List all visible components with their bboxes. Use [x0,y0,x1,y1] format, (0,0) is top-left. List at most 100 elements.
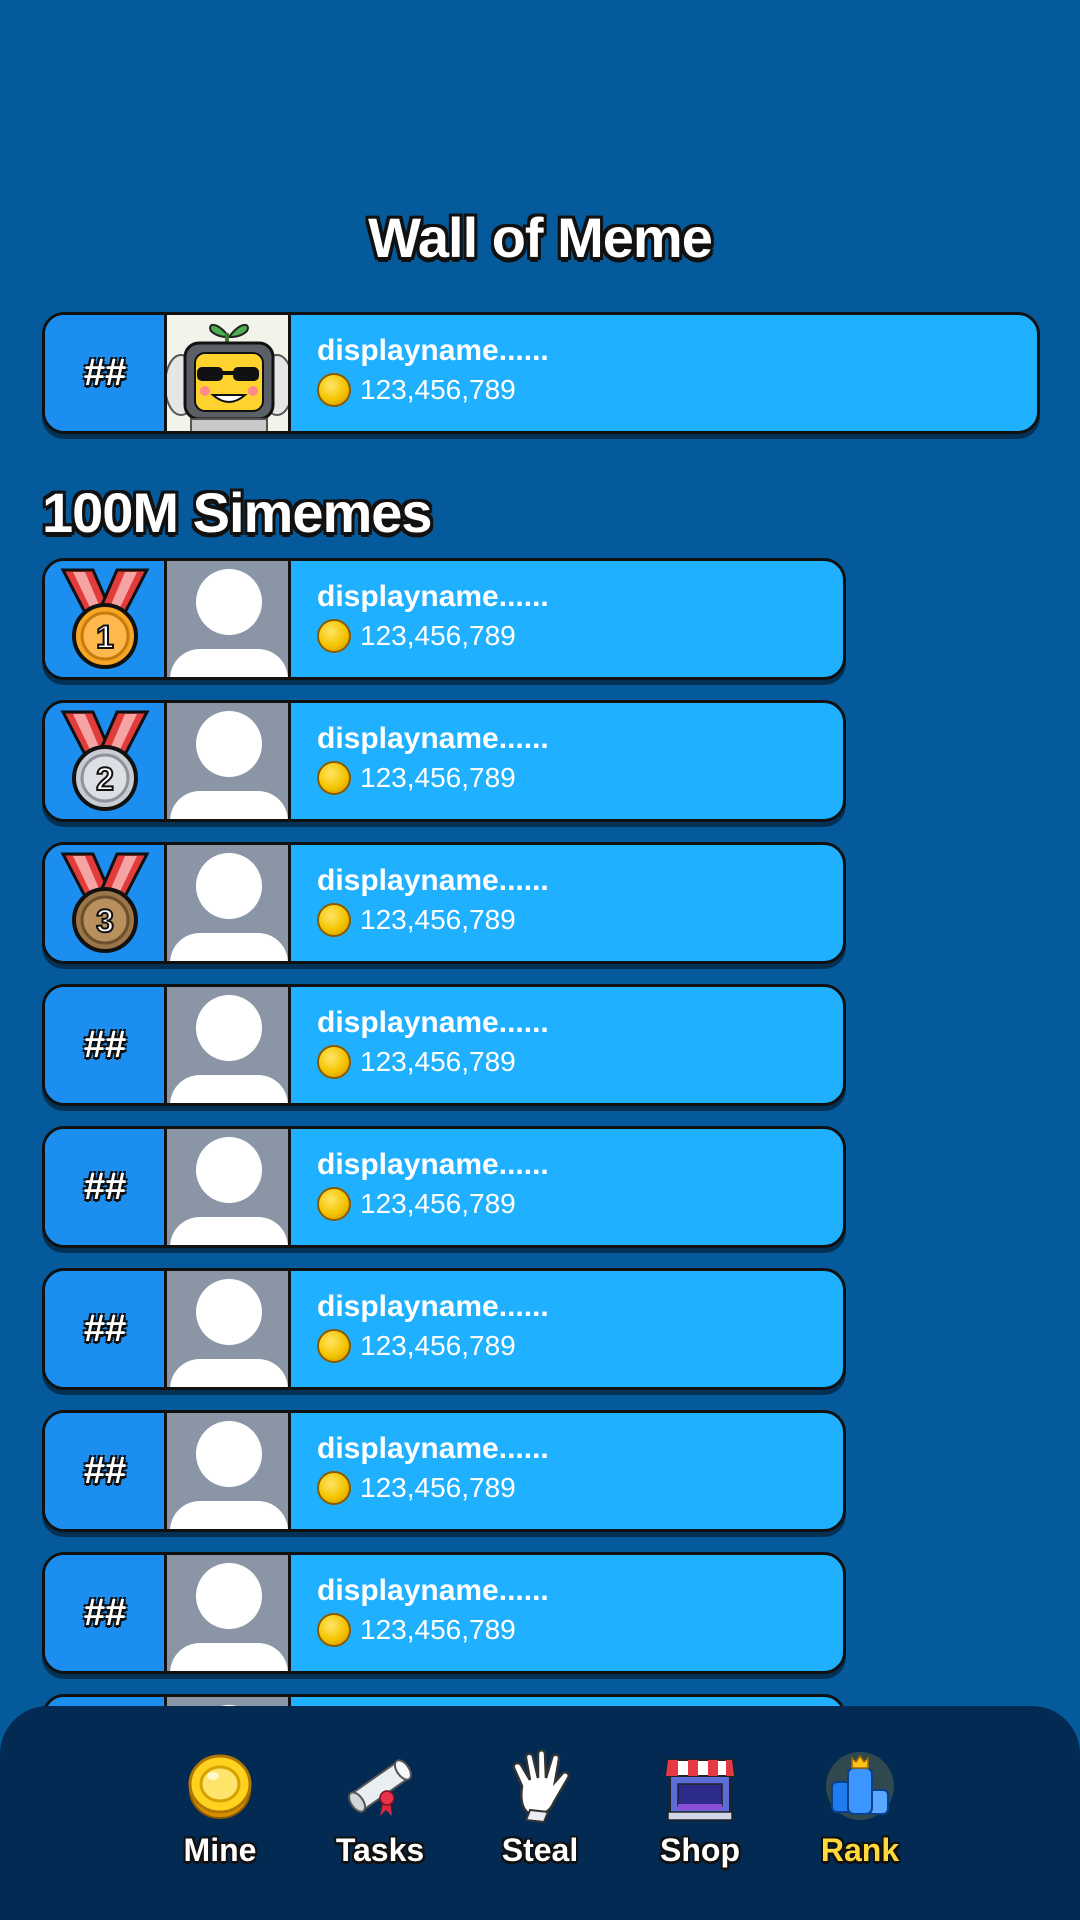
score-line: 123,456,789 [317,903,549,937]
rank-label: ## [83,1165,126,1208]
shop-icon [664,1759,736,1821]
score-line: 123,456,789 [317,1613,549,1647]
leaderboard-row[interactable]: ## displayname...... 123,456,789 [42,984,846,1106]
avatar-body [170,1501,288,1529]
rank-cell: 1 [45,561,167,677]
player-info: displayname...... 123,456,789 [291,987,549,1103]
score-value: 123,456,789 [360,1472,516,1503]
display-name: displayname...... [317,1290,549,1323]
score-line: 123,456,789 [317,1045,549,1079]
avatar-head [196,1563,262,1629]
nav-item-mine[interactable]: Mine [140,1746,300,1920]
player-info: displayname...... 123,456,789 [291,315,549,431]
display-name: displayname...... [317,334,549,367]
nav-item-rank[interactable]: Rank [780,1746,940,1920]
avatar-body [170,1075,288,1103]
rank-label: ## [83,1023,126,1066]
display-name: displayname...... [317,1006,549,1039]
nav-label-rank: Rank [820,1832,900,1868]
score-line: 123,456,789 [317,373,549,407]
display-name: displayname...... [317,1148,549,1181]
score-line: 123,456,789 [317,1329,549,1363]
nav-item-tasks[interactable]: Tasks [300,1746,460,1920]
coin-icon [317,373,351,407]
nav-label-shop: Shop [660,1832,740,1868]
score-value: 123,456,789 [360,1046,516,1077]
rank-cell: 2 [45,703,167,819]
leaderboard-row[interactable]: 1 displayname...... 123,456,789 [42,558,846,680]
display-name: displayname...... [317,722,549,755]
nav-label-steal: Steal [501,1832,579,1868]
score-line: 123,456,789 [317,761,549,795]
score-value: 123,456,789 [360,1614,516,1645]
score-value: 123,456,789 [360,762,516,793]
leaderboard-row[interactable]: 3 displayname...... 123,456,789 [42,842,846,964]
leaderboard-row[interactable]: ## displayname...... 123,456,789 [42,1552,846,1674]
coin-icon [317,1045,351,1079]
default-avatar [167,1555,291,1671]
player-info: displayname...... 123,456,789 [291,703,549,819]
avatar-head [196,1279,262,1345]
score-line: 123,456,789 [317,1187,549,1221]
trophy-icon [826,1752,894,1820]
nav-item-shop[interactable]: Shop [620,1746,780,1920]
hand-icon [512,1749,570,1824]
silver-medal-icon: 2 [60,710,149,811]
nav-label-tasks: Tasks [335,1832,425,1868]
score-value: 123,456,789 [360,620,516,651]
rank-label: ## [83,1591,126,1634]
score-value: 123,456,789 [360,1330,516,1361]
default-avatar [167,561,291,677]
display-name: displayname...... [317,580,549,613]
player-info: displayname...... 123,456,789 [291,1555,549,1671]
score-line: 123,456,789 [317,619,549,653]
score-value: 123,456,789 [360,1188,516,1219]
default-avatar [167,1413,291,1529]
page-title: Wall of Meme [368,206,713,269]
coin-icon [317,903,351,937]
score-value: 123,456,789 [360,904,516,935]
medal-number: 2 [96,761,114,797]
avatar-body [170,1643,288,1671]
coin-icon [317,761,351,795]
default-avatar [167,845,291,961]
rank-label: ## [83,351,126,394]
avatar-head [196,1137,262,1203]
leaderboard-screen: Wall of Meme ## displayname...... 123,45… [0,0,1080,1920]
display-name: displayname...... [317,1574,549,1607]
score-value: 123,456,789 [360,374,516,405]
leaderboard-row[interactable]: ## displayname...... 123,456,789 [42,1410,846,1532]
player-info: displayname...... 123,456,789 [291,845,549,961]
display-name: displayname...... [317,864,549,897]
avatar-head [196,711,262,777]
rank-cell: ## [45,987,167,1103]
score-line: 123,456,789 [317,1471,549,1505]
player-info: displayname...... 123,456,789 [291,561,549,677]
featured-row[interactable]: ## displayname...... 123,456,789 [42,312,1040,434]
avatar-body [170,649,288,677]
avatar-body [170,1359,288,1387]
leaderboard-row[interactable]: 2 displayname...... 123,456,789 [42,700,846,822]
leaderboard-row[interactable]: ## displayname...... 123,456,789 [42,1268,846,1390]
default-avatar [167,1129,291,1245]
player-info: displayname...... 123,456,789 [291,1413,549,1529]
meme-avatar [167,315,291,431]
rank-label: ## [83,1449,126,1492]
avatar-body [170,1217,288,1245]
player-info: displayname...... 123,456,789 [291,1271,549,1387]
avatar-head [196,1421,262,1487]
meme-tv-avatar-icon [167,315,288,431]
rank-cell: ## [45,315,167,431]
section-title: 100M Simemes [42,481,433,544]
default-avatar [167,1271,291,1387]
coin-icon [317,1613,351,1647]
rank-cell: ## [45,1271,167,1387]
rank-cell: ## [45,1129,167,1245]
nav-item-steal[interactable]: Steal [460,1746,620,1920]
player-info: displayname...... 123,456,789 [291,1129,549,1245]
coin-icon [317,1187,351,1221]
coin-icon [317,1471,351,1505]
leaderboard-row[interactable]: ## displayname...... 123,456,789 [42,1126,846,1248]
scroll-icon [348,1759,412,1816]
avatar-head [196,853,262,919]
